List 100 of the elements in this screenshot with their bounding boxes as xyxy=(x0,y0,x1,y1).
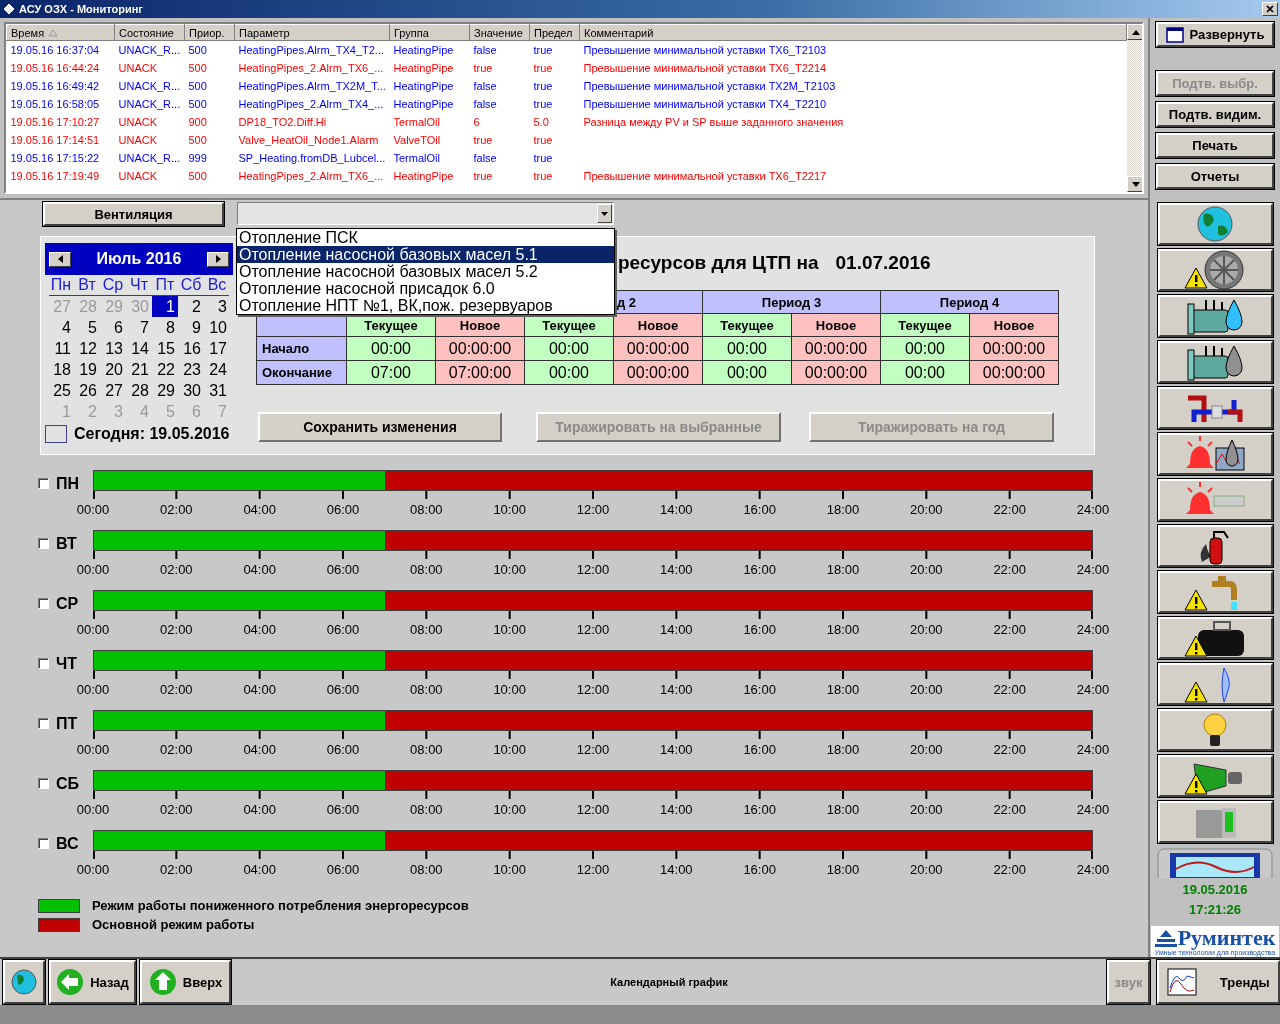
calendar-day[interactable]: 26 xyxy=(74,380,100,401)
time-field[interactable]: 00:00 xyxy=(346,336,436,361)
table-cell-text: SP_Heating.fromDB_Lubcel... xyxy=(237,150,387,166)
column-header[interactable]: Состояние xyxy=(114,24,185,41)
navigation-button[interactable] xyxy=(1157,479,1273,521)
calendar-day[interactable]: 16 xyxy=(178,338,204,359)
next-month-button[interactable] xyxy=(207,251,229,267)
dropdown-field[interactable] xyxy=(237,202,614,225)
trends-button[interactable]: Тренды xyxy=(1157,960,1280,1004)
table-cell-text: UNACK xyxy=(117,60,158,76)
up-button[interactable]: Вверх xyxy=(140,960,231,1004)
column-header[interactable]: Комментарий xyxy=(579,24,1127,41)
time-field[interactable]: 00:00:00 xyxy=(969,360,1059,385)
column-header[interactable]: Параметр xyxy=(234,24,390,41)
close-button[interactable] xyxy=(1262,2,1278,16)
calendar-day[interactable]: 4 xyxy=(48,317,74,338)
navigation-button[interactable] xyxy=(1157,341,1273,383)
previous-month-button[interactable] xyxy=(49,251,71,267)
navigation-button[interactable] xyxy=(1157,387,1273,429)
calendar-day[interactable]: 29 xyxy=(152,380,178,401)
calendar-day[interactable]: 20 xyxy=(100,359,126,380)
calendar-day[interactable]: 2 xyxy=(178,296,204,317)
column-header[interactable]: Приор. xyxy=(184,24,235,41)
calendar-day[interactable]: 24 xyxy=(204,359,230,380)
time-field[interactable]: 07:00:00 xyxy=(435,360,525,385)
back-button[interactable]: Назад xyxy=(49,960,136,1004)
navigation-button[interactable] xyxy=(1157,571,1273,613)
column-header[interactable]: Предел xyxy=(529,24,580,41)
time-field[interactable]: 00:00 xyxy=(702,336,792,361)
toolbar-button[interactable]: Печать xyxy=(1156,133,1274,158)
day-checkbox[interactable] xyxy=(38,658,49,669)
calendar-day[interactable]: 5 xyxy=(74,317,100,338)
calendar-day[interactable]: 13 xyxy=(100,338,126,359)
day-checkbox[interactable] xyxy=(38,598,49,609)
scroll-down-button[interactable] xyxy=(1127,176,1142,192)
navigation-button[interactable] xyxy=(1157,801,1273,843)
scroll-up-button[interactable] xyxy=(1127,24,1142,40)
column-header[interactable]: Время xyxy=(6,24,115,41)
navigation-button[interactable] xyxy=(1157,709,1273,751)
calendar-day[interactable]: 30 xyxy=(178,380,204,401)
navigation-button[interactable] xyxy=(1157,755,1273,797)
column-header[interactable]: Группа xyxy=(389,24,470,41)
calendar-day[interactable]: 11 xyxy=(48,338,74,359)
calendar-day[interactable]: 3 xyxy=(204,296,230,317)
time-field[interactable]: 00:00:00 xyxy=(969,336,1059,361)
calendar-day[interactable]: 12 xyxy=(74,338,100,359)
time-field[interactable]: 07:00 xyxy=(346,360,436,385)
day-checkbox[interactable] xyxy=(38,478,49,489)
navigation-button[interactable] xyxy=(1157,433,1273,475)
toolbar-button[interactable]: Подтв. видим. xyxy=(1156,102,1274,127)
navigation-button[interactable] xyxy=(1157,663,1273,705)
calendar-day[interactable]: 15 xyxy=(152,338,178,359)
calendar-day[interactable]: 31 xyxy=(204,380,230,401)
calendar-day[interactable]: 17 xyxy=(204,338,230,359)
time-field[interactable]: 00:00:00 xyxy=(791,336,881,361)
column-header[interactable]: Значение xyxy=(469,24,530,41)
time-field[interactable]: 00:00:00 xyxy=(791,360,881,385)
calendar-day[interactable]: 7 xyxy=(126,317,152,338)
calendar-day[interactable]: 1 xyxy=(152,296,178,317)
time-field[interactable]: 00:00:00 xyxy=(613,336,703,361)
home-button[interactable] xyxy=(3,960,45,1004)
calendar-day[interactable]: 8 xyxy=(152,317,178,338)
time-field[interactable]: 00:00 xyxy=(524,360,614,385)
action-button[interactable]: Сохранить изменения xyxy=(258,412,502,442)
day-checkbox[interactable] xyxy=(38,838,49,849)
today-label[interactable]: Сегодня: 19.05.2016 xyxy=(74,425,230,443)
calendar-day[interactable]: 6 xyxy=(100,317,126,338)
navigation-button[interactable] xyxy=(1157,525,1273,567)
navigation-button[interactable] xyxy=(1157,203,1273,245)
day-checkbox[interactable] xyxy=(38,778,49,789)
toolbar-button[interactable]: Развернуть xyxy=(1156,22,1274,47)
calendar-day[interactable]: 19 xyxy=(74,359,100,380)
axis-label: 06:00 xyxy=(326,502,360,517)
toolbar-button[interactable]: Отчеты xyxy=(1156,164,1274,189)
calendar-day[interactable]: 14 xyxy=(126,338,152,359)
time-field[interactable]: 00:00 xyxy=(524,336,614,361)
navigation-button[interactable] xyxy=(1157,617,1273,659)
calendar-day[interactable]: 10 xyxy=(204,317,230,338)
time-field[interactable]: 00:00 xyxy=(880,336,970,361)
day-label: ЧТ xyxy=(56,655,77,673)
calendar-day[interactable]: 9 xyxy=(178,317,204,338)
calendar-day[interactable]: 25 xyxy=(48,380,74,401)
table-cell: 19.05.16 16:37:04 xyxy=(6,40,115,59)
navigation-button[interactable] xyxy=(1157,249,1273,291)
time-field[interactable]: 00:00 xyxy=(702,360,792,385)
calendar-day[interactable]: 28 xyxy=(126,380,152,401)
axis-label: 02:00 xyxy=(160,682,193,697)
day-checkbox[interactable] xyxy=(38,538,49,549)
group-button[interactable]: Вентиляция xyxy=(43,202,224,226)
time-field[interactable]: 00:00:00 xyxy=(613,360,703,385)
calendar-day[interactable]: 22 xyxy=(152,359,178,380)
calendar-day[interactable]: 21 xyxy=(126,359,152,380)
calendar-day[interactable]: 27 xyxy=(100,380,126,401)
day-checkbox[interactable] xyxy=(38,718,49,729)
time-field[interactable]: 00:00:00 xyxy=(435,336,525,361)
navigation-button[interactable] xyxy=(1157,295,1273,337)
dropdown-option[interactable]: Отопление насосной базовых масел 5.1 xyxy=(237,246,614,263)
time-field[interactable]: 00:00 xyxy=(880,360,970,385)
calendar-day[interactable]: 18 xyxy=(48,359,74,380)
calendar-day[interactable]: 23 xyxy=(178,359,204,380)
